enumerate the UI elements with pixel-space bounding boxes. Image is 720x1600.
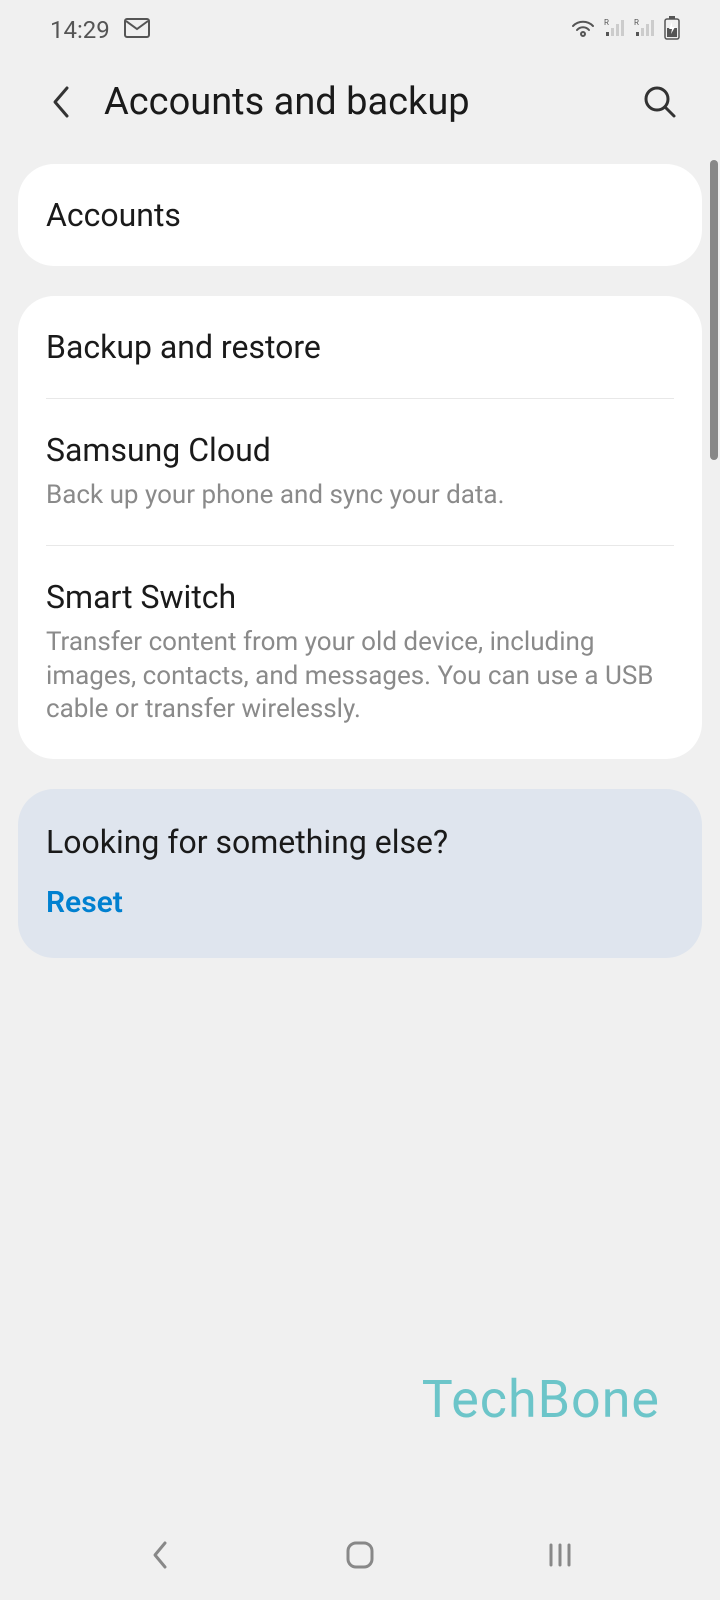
clock-text: 14:29	[50, 16, 110, 44]
backup-card: Backup and restore Samsung Cloud Back up…	[18, 296, 702, 759]
scroll-indicator[interactable]	[710, 160, 718, 460]
nav-home-button[interactable]	[320, 1535, 400, 1575]
search-icon	[642, 84, 678, 120]
mail-icon	[124, 16, 150, 44]
samsung-cloud-item[interactable]: Samsung Cloud Back up your phone and syn…	[18, 399, 702, 545]
nav-home-icon	[344, 1539, 376, 1571]
search-button[interactable]	[640, 82, 680, 122]
watermark: TechBone	[422, 1369, 660, 1430]
navigation-bar	[0, 1510, 720, 1600]
backup-restore-label: Backup and restore	[46, 328, 674, 366]
accounts-label: Accounts	[46, 196, 674, 234]
accounts-card: Accounts	[18, 164, 702, 266]
header: Accounts and backup	[0, 60, 720, 164]
signal-icon-1: R	[604, 18, 626, 42]
wifi-icon	[570, 18, 596, 42]
status-bar: 14:29 R R	[0, 0, 720, 60]
accounts-item[interactable]: Accounts	[18, 164, 702, 266]
backup-restore-item[interactable]: Backup and restore	[18, 296, 702, 398]
status-right: R R	[570, 16, 680, 44]
svg-text:R: R	[634, 18, 639, 27]
reset-link[interactable]: Reset	[46, 885, 674, 920]
page-title: Accounts and backup	[104, 80, 616, 124]
samsung-cloud-label: Samsung Cloud	[46, 431, 674, 469]
nav-recents-button[interactable]	[520, 1535, 600, 1575]
nav-back-icon	[149, 1539, 171, 1571]
status-left: 14:29	[50, 16, 150, 44]
signal-icon-2: R	[634, 18, 656, 42]
samsung-cloud-desc: Back up your phone and sync your data.	[46, 479, 674, 513]
nav-recents-icon	[546, 1541, 574, 1569]
smart-switch-item[interactable]: Smart Switch Transfer content from your …	[18, 546, 702, 759]
smart-switch-label: Smart Switch	[46, 578, 674, 616]
svg-text:R: R	[604, 18, 609, 27]
suggestion-card: Looking for something else? Reset	[18, 789, 702, 958]
suggestion-title: Looking for something else?	[46, 823, 674, 861]
back-button[interactable]	[40, 82, 80, 122]
smart-switch-desc: Transfer content from your old device, i…	[46, 626, 674, 727]
chevron-left-icon	[49, 84, 71, 120]
nav-back-button[interactable]	[120, 1535, 200, 1575]
battery-icon	[664, 16, 680, 44]
